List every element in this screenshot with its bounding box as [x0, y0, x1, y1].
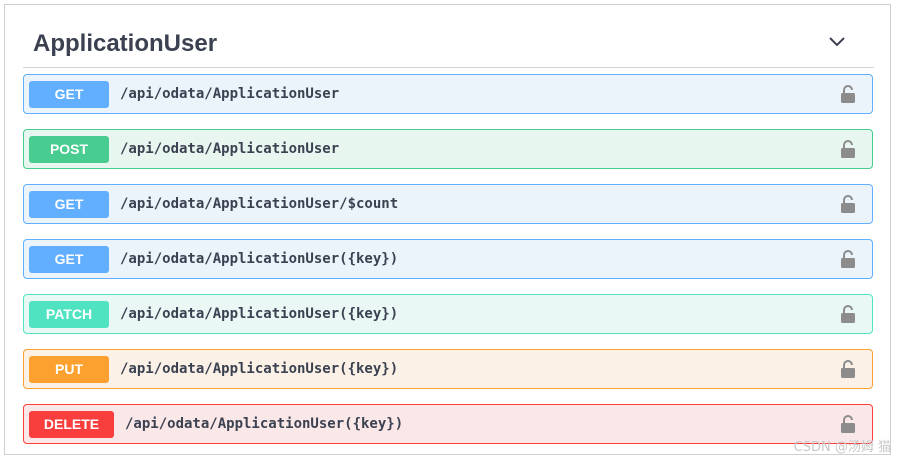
lock-icon[interactable]: [840, 359, 856, 379]
operation-path: /api/odata/ApplicationUser: [120, 141, 340, 157]
operation-path: /api/odata/ApplicationUser({key}): [120, 251, 399, 267]
operation-post-applicationuser[interactable]: POST /api/odata/ApplicationUser: [23, 129, 873, 169]
operation-path: /api/odata/ApplicationUser({key}): [120, 306, 399, 322]
operation-get-applicationuser-count[interactable]: GET /api/odata/ApplicationUser/$count: [23, 184, 873, 224]
operation-path: /api/odata/ApplicationUser({key}): [120, 361, 399, 377]
lock-icon[interactable]: [840, 249, 856, 269]
operation-patch-applicationuser-key[interactable]: PATCH /api/odata/ApplicationUser({key}): [23, 294, 873, 334]
lock-icon[interactable]: [840, 194, 856, 214]
lock-icon[interactable]: [840, 414, 856, 434]
chevron-down-icon[interactable]: [828, 35, 846, 47]
lock-icon[interactable]: [840, 139, 856, 159]
method-badge: PUT: [29, 356, 109, 383]
lock-icon[interactable]: [840, 304, 856, 324]
operation-delete-applicationuser-key[interactable]: DELETE /api/odata/ApplicationUser({key}): [23, 404, 873, 444]
operation-get-applicationuser-key[interactable]: GET /api/odata/ApplicationUser({key}): [23, 239, 873, 279]
method-badge: GET: [29, 81, 109, 108]
section-title: ApplicationUser: [33, 30, 218, 57]
lock-icon[interactable]: [840, 84, 856, 104]
method-badge: DELETE: [29, 411, 114, 438]
method-badge: POST: [29, 136, 109, 163]
operation-path: /api/odata/ApplicationUser/$count: [120, 196, 399, 212]
section-header[interactable]: ApplicationUser: [23, 22, 874, 68]
operation-get-applicationuser[interactable]: GET /api/odata/ApplicationUser: [23, 74, 873, 114]
operation-path: /api/odata/ApplicationUser({key}): [125, 416, 404, 432]
method-badge: GET: [29, 191, 109, 218]
operation-put-applicationuser-key[interactable]: PUT /api/odata/ApplicationUser({key}): [23, 349, 873, 389]
operation-path: /api/odata/ApplicationUser: [120, 86, 340, 102]
method-badge: PATCH: [29, 301, 109, 328]
method-badge: GET: [29, 246, 109, 273]
watermark: CSDN @汤姆 猫: [793, 440, 891, 455]
